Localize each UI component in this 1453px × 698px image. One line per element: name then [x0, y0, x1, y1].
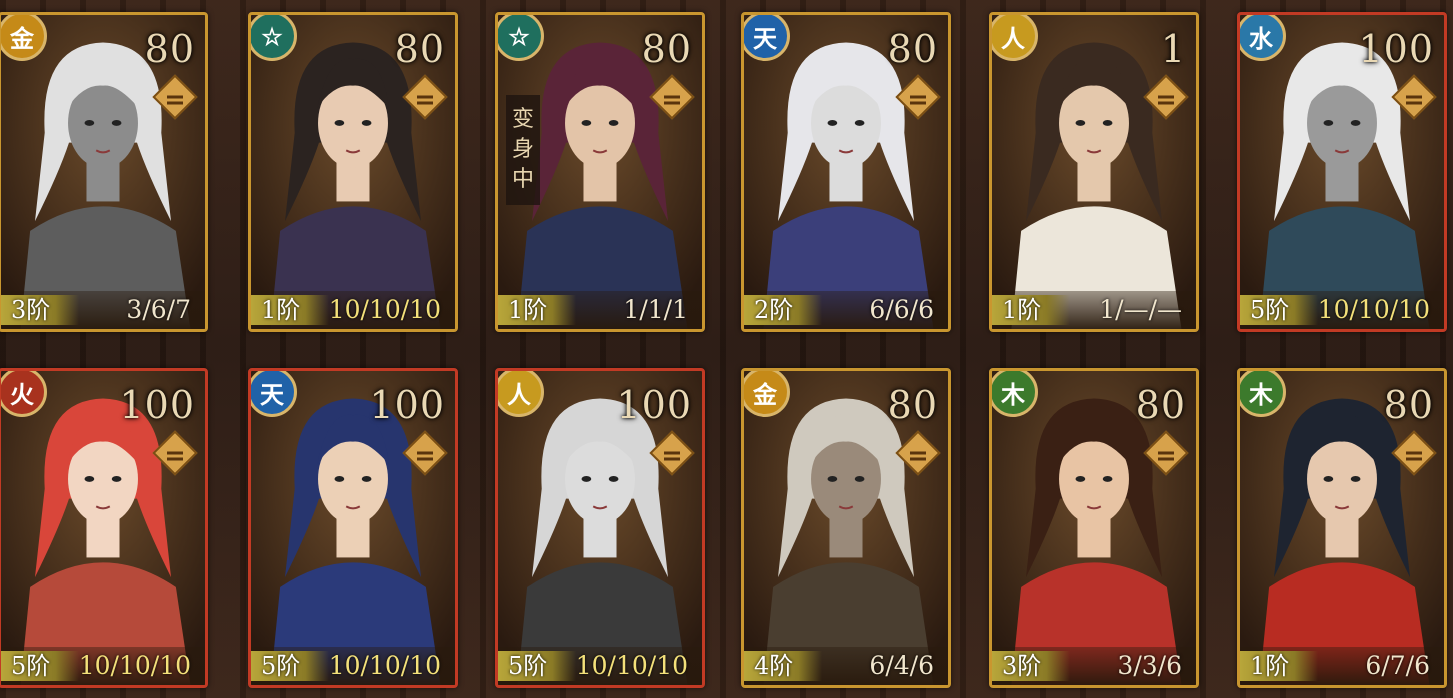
hero-card[interactable]: 人 1 1阶 1/—/—: [989, 12, 1199, 332]
rank-label: 5阶: [1240, 295, 1318, 325]
rank-label: 5阶: [498, 651, 576, 681]
element-badge: 木: [992, 371, 1038, 417]
hero-card[interactable]: 水 100 5阶 10/10/10: [1237, 12, 1447, 332]
transform-status: 变身中: [506, 95, 540, 205]
element-badge: 木: [1240, 371, 1286, 417]
cost-value: 80: [1383, 383, 1434, 427]
element-badge: 人: [992, 15, 1038, 61]
stats-value: 6/4/6: [869, 651, 934, 680]
stats-value: 10/10/10: [328, 651, 441, 680]
cost-value: 80: [1135, 383, 1186, 427]
stats-value: 3/3/6: [1117, 651, 1182, 680]
cost-value: 1: [1160, 27, 1186, 71]
stats-value: 10/10/10: [78, 651, 191, 680]
cost-value: 100: [1358, 27, 1434, 71]
rank-label: 5阶: [1, 651, 79, 681]
element-badge: 天: [251, 371, 297, 417]
hero-card[interactable]: 火 100 5阶 10/10/10: [0, 368, 208, 688]
stats-value: 10/10/10: [1317, 295, 1430, 324]
stats-value: 10/10/10: [575, 651, 688, 680]
element-badge: ☆: [498, 15, 544, 61]
rank-label: 1阶: [498, 295, 576, 325]
rank-label: 1阶: [251, 295, 329, 325]
stats-value: 1/1/1: [623, 295, 688, 324]
rank-label: 3阶: [1, 295, 79, 325]
cost-value: 100: [119, 383, 195, 427]
hero-card[interactable]: ☆ 80 1阶 10/10/10: [248, 12, 458, 332]
hero-card[interactable]: 木 80 3阶 3/3/6: [989, 368, 1199, 688]
stats-value: 3/6/7: [126, 295, 191, 324]
cost-value: 80: [641, 27, 692, 71]
background: [0, 0, 1453, 698]
rank-label: 5阶: [251, 651, 329, 681]
cost-value: 80: [887, 27, 938, 71]
element-badge: 水: [1240, 15, 1286, 61]
hero-card[interactable]: 金 80 3阶 3/6/7: [0, 12, 208, 332]
hero-card[interactable]: ☆ 80 变身中 1阶 1/1/1: [495, 12, 705, 332]
stats-value: 6/7/6: [1365, 651, 1430, 680]
hero-card[interactable]: 天 100 5阶 10/10/10: [248, 368, 458, 688]
element-badge: 金: [744, 371, 790, 417]
rank-label: 1阶: [992, 295, 1070, 325]
cost-value: 80: [887, 383, 938, 427]
element-badge: ☆: [251, 15, 297, 61]
element-badge: 天: [744, 15, 790, 61]
element-badge: 人: [498, 371, 544, 417]
cost-value: 100: [369, 383, 445, 427]
rank-label: 1阶: [1240, 651, 1318, 681]
rank-label: 4阶: [744, 651, 822, 681]
cost-value: 100: [616, 383, 692, 427]
hero-card[interactable]: 人 100 5阶 10/10/10: [495, 368, 705, 688]
stats-value: 6/6/6: [869, 295, 934, 324]
hero-card[interactable]: 木 80 1阶 6/7/6: [1237, 368, 1447, 688]
rank-label: 3阶: [992, 651, 1070, 681]
cost-value: 80: [144, 27, 195, 71]
rank-label: 2阶: [744, 295, 822, 325]
hero-card[interactable]: 天 80 2阶 6/6/6: [741, 12, 951, 332]
stats-value: 10/10/10: [328, 295, 441, 324]
hero-card[interactable]: 金 80 4阶 6/4/6: [741, 368, 951, 688]
stats-value: 1/—/—: [1099, 295, 1182, 324]
cost-value: 80: [394, 27, 445, 71]
